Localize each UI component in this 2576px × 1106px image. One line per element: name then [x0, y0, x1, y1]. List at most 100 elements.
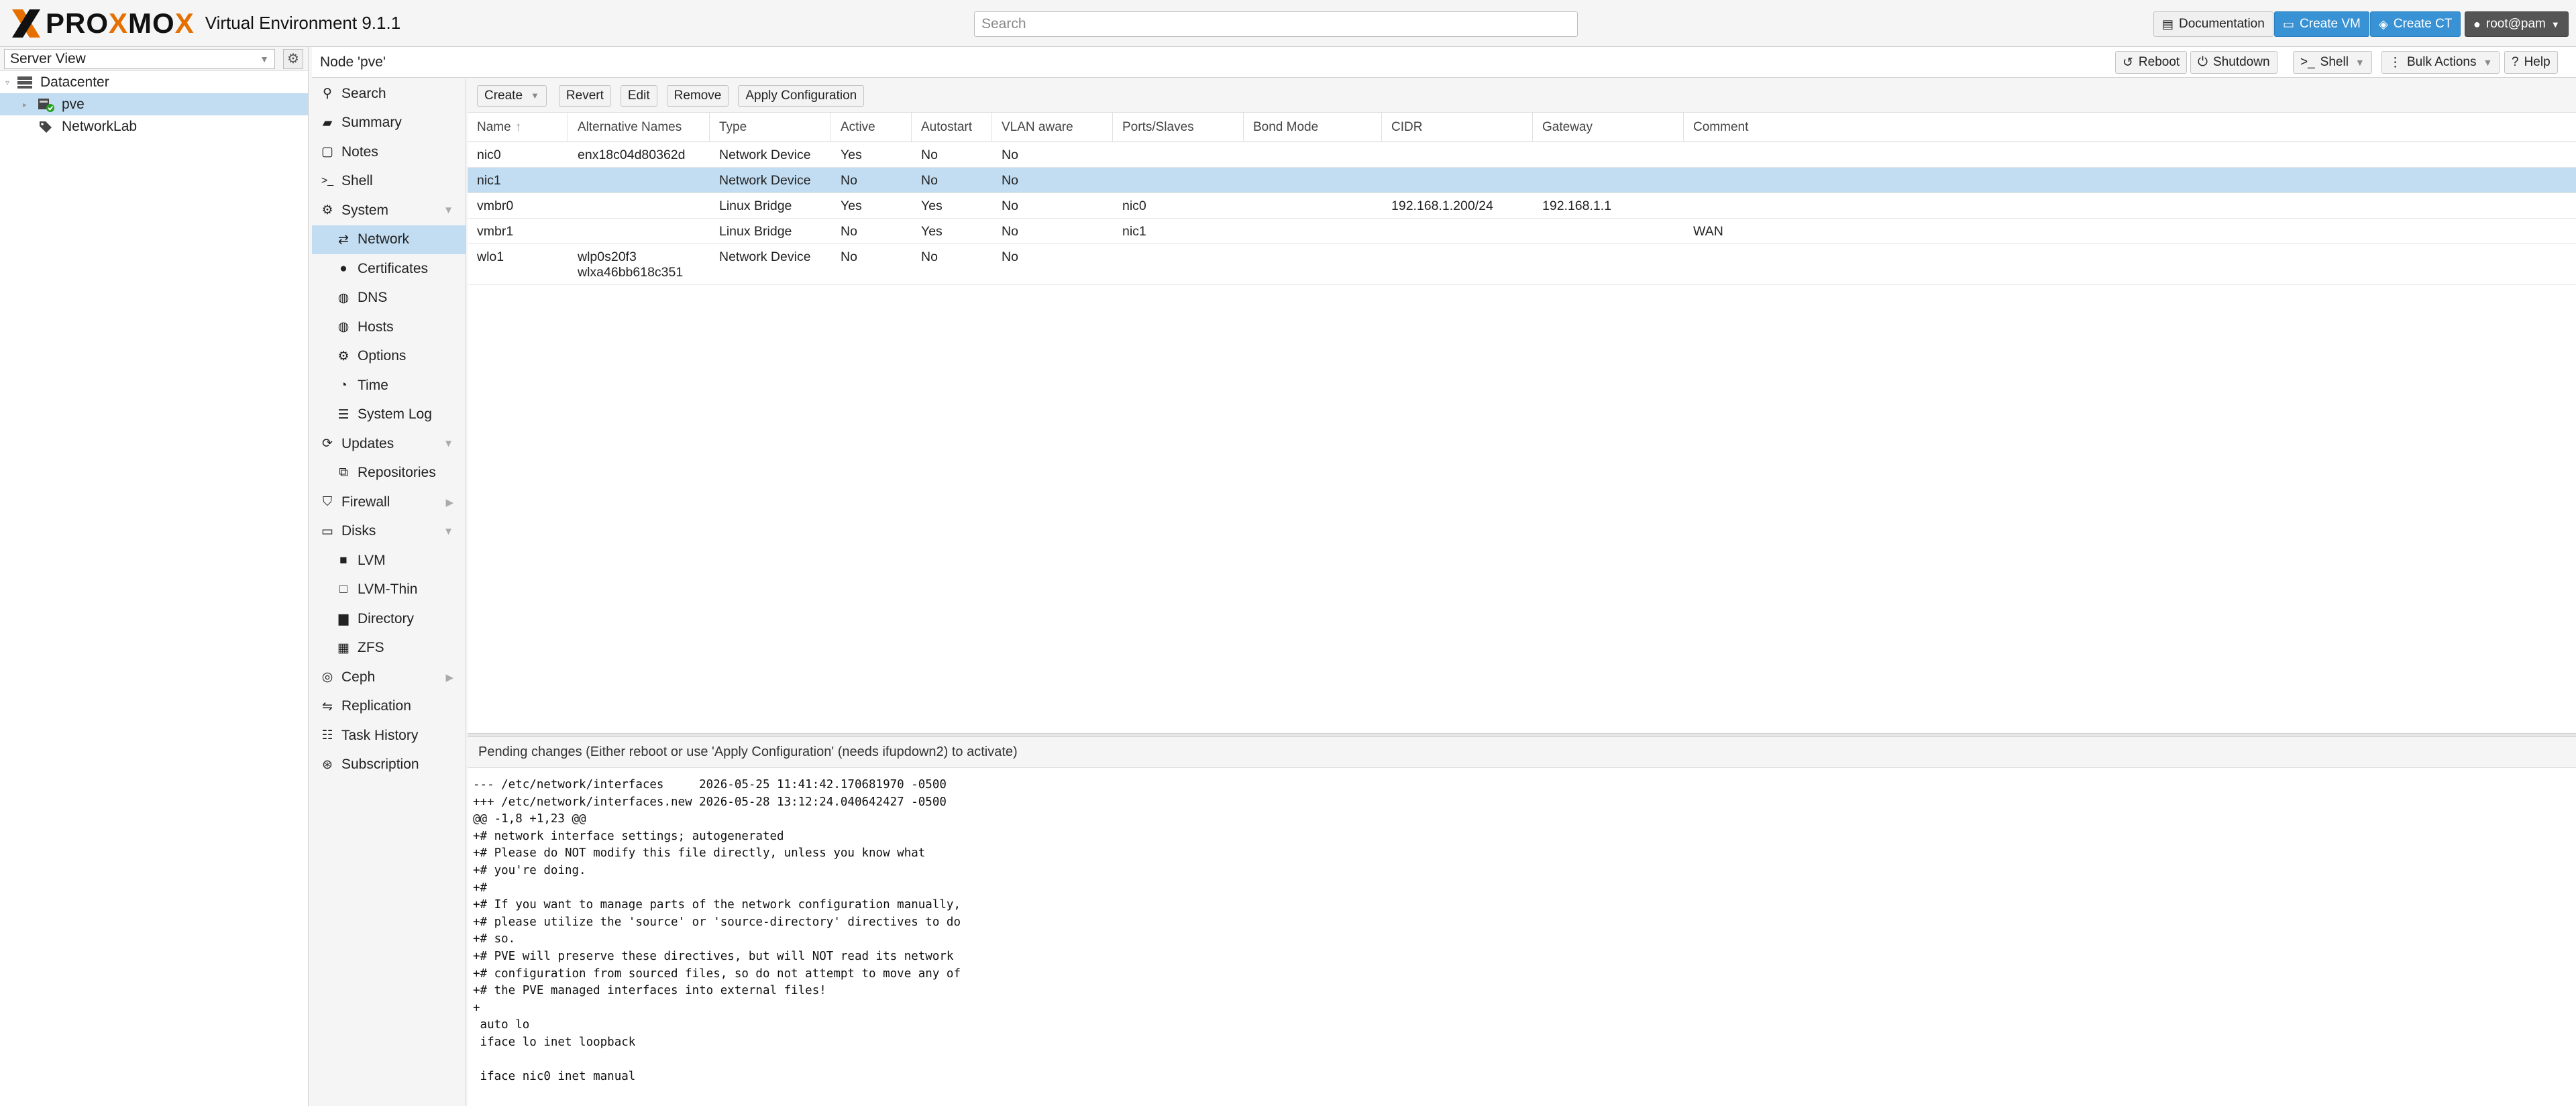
chevron-down-icon: ▼: [443, 438, 453, 450]
create-vm-button[interactable]: ▭ Create VM: [2274, 11, 2369, 37]
documentation-button[interactable]: ▤ Documentation: [2153, 11, 2273, 37]
nav-item-dns[interactable]: ◍ DNS: [312, 284, 466, 313]
column-header-comment[interactable]: Comment: [1684, 113, 2576, 142]
grid-body: nic0 enx18c04d80362d Network Device Yes No No…: [468, 142, 2576, 285]
nav-item-subscription[interactable]: ⊛ Subscription: [312, 751, 466, 780]
node-nav-menu: ⚲ Search ▰ Summary ▢ Notes >_ Shell ⚙ System ▼…: [312, 79, 466, 1106]
nav-item-lvm[interactable]: ■ LVM: [312, 546, 466, 575]
gear-icon[interactable]: ⚙: [283, 48, 303, 69]
table-row[interactable]: wlo1 wlp0s20f3 wlxa46bb618c351 Network Dev…: [468, 244, 2576, 285]
nav-item-system[interactable]: ⚙ System ▼: [312, 196, 466, 225]
proxmox-logo[interactable]: PROXMOX: [9, 0, 195, 47]
column-header-vlan-aware[interactable]: VLAN aware: [992, 112, 1113, 142]
nav-item-system-log[interactable]: ☰ System Log: [312, 400, 466, 430]
retweet-icon: ⇋: [322, 699, 333, 714]
table-row[interactable]: nic1 Network Device No No No: [468, 168, 2576, 193]
reboot-button[interactable]: ↺ Reboot: [2115, 51, 2188, 74]
shutdown-button[interactable]: ⏻ Shutdown: [2190, 51, 2277, 74]
help-button[interactable]: ? Help: [2504, 51, 2558, 74]
cell-alt-names: wlp0s20f3 wlxa46bb618c351: [578, 250, 684, 280]
cell-autostart: No: [921, 250, 938, 264]
undo-icon: ↺: [2123, 55, 2133, 70]
table-row[interactable]: nic0 enx18c04d80362d Network Device Yes No No: [468, 142, 2576, 168]
nav-item-updates[interactable]: ⟳ Updates ▼: [312, 429, 466, 459]
resource-tree: Server View ▼ ⚙ ▿ Datacenter ▸ pve Netwo…: [0, 47, 309, 1106]
nav-item-search[interactable]: ⚲ Search: [312, 79, 466, 109]
create-button[interactable]: Create ▼: [477, 85, 547, 107]
cell-comment: [1684, 168, 2576, 192]
collapse-toggle-icon[interactable]: ▿: [5, 78, 16, 87]
user-icon: ●: [2473, 17, 2481, 31]
cell-bond-mode: [1244, 193, 1382, 218]
nav-item-options[interactable]: ⚙ Options: [312, 342, 466, 372]
nav-item-replication[interactable]: ⇋ Replication: [312, 692, 466, 722]
cell-active: Yes: [841, 199, 862, 213]
column-header-ports-slaves[interactable]: Ports/Slaves: [1113, 112, 1244, 142]
support-icon: ⊛: [322, 757, 333, 772]
table-row[interactable]: vmbr1 Linux Bridge No Yes No nic1 WAN: [468, 219, 2576, 244]
cell-gateway: 192.168.1.1: [1542, 199, 1612, 213]
cell-gateway: [1533, 244, 1684, 284]
remove-button[interactable]: Remove: [666, 85, 729, 107]
expand-toggle-icon[interactable]: ▸: [23, 100, 38, 109]
cell-alt-names: enx18c04d80362d: [578, 148, 686, 162]
cell-name: vmbr1: [477, 224, 514, 239]
user-menu-button[interactable]: ● root@pam ▼: [2465, 11, 2569, 37]
column-header-autostart[interactable]: Autostart: [912, 112, 992, 142]
tree-item-pve[interactable]: ▸ pve: [0, 93, 308, 115]
repositories-icon: ⧉: [339, 465, 348, 480]
global-search-input[interactable]: [974, 11, 1578, 37]
notes-icon: ▢: [321, 145, 333, 160]
edit-button[interactable]: Edit: [620, 85, 657, 107]
nav-item-hosts[interactable]: ◍ Hosts: [312, 313, 466, 342]
cell-type: Network Device: [719, 173, 811, 188]
cell-bond-mode: [1244, 142, 1382, 167]
column-header-gateway[interactable]: Gateway: [1533, 112, 1684, 142]
column-header-type[interactable]: Type: [710, 112, 831, 142]
table-row[interactable]: vmbr0 Linux Bridge Yes Yes No nic0 192.168.1.2…: [468, 193, 2576, 219]
nav-item-lvm-thin[interactable]: □ LVM-Thin: [312, 575, 466, 605]
shell-button[interactable]: >_ Shell ▼: [2293, 51, 2372, 74]
nav-item-network[interactable]: ⇄ Network: [312, 225, 466, 254]
nav-item-zfs[interactable]: ▦ ZFS: [312, 634, 466, 663]
nav-item-certificates[interactable]: ● Certificates: [312, 254, 466, 284]
th-large-icon: ▦: [337, 641, 350, 655]
column-header-alt-names[interactable]: Alternative Names: [568, 112, 710, 142]
column-header-active[interactable]: Active: [831, 112, 912, 142]
cell-vlan-aware: No: [1002, 148, 1018, 162]
tree-item-datacenter[interactable]: ▿ Datacenter: [0, 71, 308, 93]
cell-comment: [1684, 193, 2576, 218]
column-header-bond-mode[interactable]: Bond Mode: [1244, 112, 1382, 142]
node-online-icon: [38, 97, 55, 112]
nav-item-time[interactable]: ◔ Time: [312, 371, 466, 400]
page-title: Node 'pve': [320, 54, 386, 70]
cell-autostart: No: [921, 148, 938, 162]
revert-button[interactable]: Revert: [558, 85, 611, 107]
nav-item-notes[interactable]: ▢ Notes: [312, 137, 466, 167]
cell-comment: [1684, 142, 2576, 167]
nav-item-task-history[interactable]: ☷ Task History: [312, 721, 466, 751]
grid-header: Name ↑ Alternative Names Type Active Auto…: [468, 112, 2576, 142]
nav-item-summary[interactable]: ▰ Summary: [312, 109, 466, 138]
create-ct-button[interactable]: ◈ Create CT: [2370, 11, 2461, 37]
column-header-name[interactable]: Name ↑: [468, 112, 568, 142]
product-version: Virtual Environment 9.1.1: [205, 13, 401, 33]
column-header-cidr[interactable]: CIDR: [1382, 112, 1533, 142]
network-grid: Name ↑ Alternative Names Type Active Auto…: [468, 112, 2576, 285]
cell-autostart: Yes: [921, 199, 943, 213]
nav-item-ceph[interactable]: ◎ Ceph ▶: [312, 663, 466, 692]
clock-icon: ◔: [339, 378, 347, 392]
square-outline-icon: □: [339, 582, 347, 597]
bulk-actions-button[interactable]: ⋮ Bulk Actions ▼: [2381, 51, 2500, 74]
nav-item-shell[interactable]: >_ Shell: [312, 167, 466, 197]
nav-item-repositories[interactable]: ⧉ Repositories: [312, 459, 466, 488]
nav-item-firewall[interactable]: ⛉ Firewall ▶: [312, 488, 466, 517]
nav-item-disks[interactable]: ▭ Disks ▼: [312, 517, 466, 547]
apply-configuration-button[interactable]: Apply Configuration: [738, 85, 865, 107]
chevron-down-icon: ▼: [2551, 19, 2560, 30]
tree-item-networklab[interactable]: NetworkLab: [0, 115, 308, 137]
sort-asc-icon: ↑: [515, 119, 522, 134]
nav-item-directory[interactable]: ▆ Directory: [312, 604, 466, 634]
view-selector[interactable]: Server View ▼: [4, 48, 275, 69]
cell-ports-slaves: nic1: [1122, 224, 1146, 239]
